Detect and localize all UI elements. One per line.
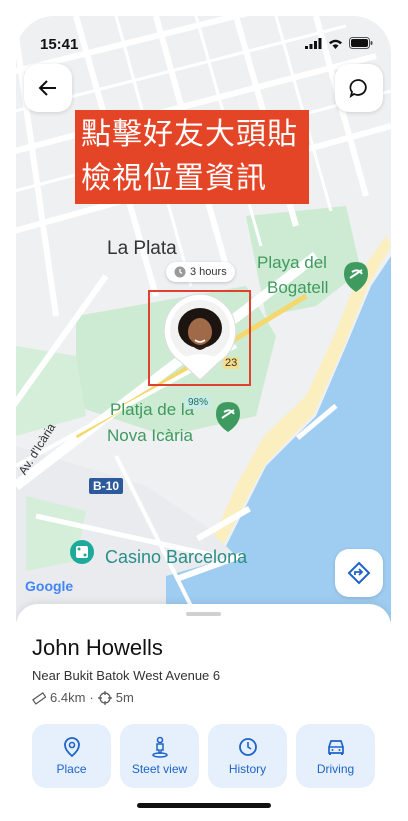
directions-button[interactable] [335,549,383,597]
chat-bubble-icon [349,79,367,99]
friend-info-sheet[interactable]: John Howells Near Bukit Batok West Avenu… [16,604,391,816]
banner-line-2: 檢視位置資訊 [81,161,267,196]
status-time: 15:41 [40,36,79,53]
map-label-la-plata: La Plata [107,238,177,259]
accuracy-icon [97,690,112,705]
street-view-icon [151,736,168,758]
sheet-grabber[interactable] [186,612,221,616]
history-label: History [228,762,267,776]
place-label: Place [56,762,87,776]
meta-separator: · [89,690,94,705]
driving-button[interactable]: Driving [296,724,375,788]
car-icon [327,740,344,755]
google-logo: Google [25,578,73,594]
last-seen-text: 3 hours [190,266,227,278]
back-button[interactable] [24,64,72,112]
driving-label: Driving [316,762,355,776]
action-buttons: Place Steet view History Driving [32,724,375,788]
status-bar: 15:41 [16,16,391,60]
map-label-platja-line1: Platja de la [110,400,195,419]
banner-line-1: 點擊好友大頭貼 [81,117,298,152]
beach-marker-icon-2 [216,402,240,432]
clock-icon [174,266,186,278]
map-label-platja-line2: Nova Icària [107,426,193,445]
place-button[interactable]: Place [32,724,111,788]
casino-marker-icon [70,540,94,564]
distance-text: 6.4km [50,690,86,705]
history-button[interactable]: History [208,724,287,788]
signal-icon [305,37,322,49]
wifi-icon [329,39,342,49]
road-tag-b10: B-10 [89,478,124,494]
friend-meta: 6.4km · 5m [32,690,134,705]
last-seen-pill: 3 hours [166,262,235,282]
friend-name: John Howells [32,635,163,660]
map-label-casino: Casino Barcelona [105,547,248,567]
google-logo-text: Google [25,578,74,594]
map-label-playa-line2: Bogatell [267,278,329,297]
battery-badge: 98% [185,396,212,409]
accuracy-text: 5m [115,690,134,705]
map-label-playa-line1: Playa del [257,253,327,272]
home-indicator[interactable] [137,803,271,808]
phone-screen: La Plata Playa del Bogatell Platja de la… [16,16,391,816]
directions-icon [347,561,371,585]
instruction-banner: 點擊好友大頭貼 檢視位置資訊 [75,110,309,204]
history-icon [238,738,257,756]
friend-location: Near Bukit Batok West Avenue 6 [32,668,221,683]
ruler-icon [32,691,46,705]
highlight-box [148,290,251,386]
street-view-button[interactable]: Steet view [120,724,199,788]
place-pin-icon [63,737,80,758]
battery-status-icon [349,37,373,49]
chat-button[interactable] [335,64,383,112]
street-view-label: Steet view [131,762,188,776]
arrow-left-icon [38,80,56,96]
